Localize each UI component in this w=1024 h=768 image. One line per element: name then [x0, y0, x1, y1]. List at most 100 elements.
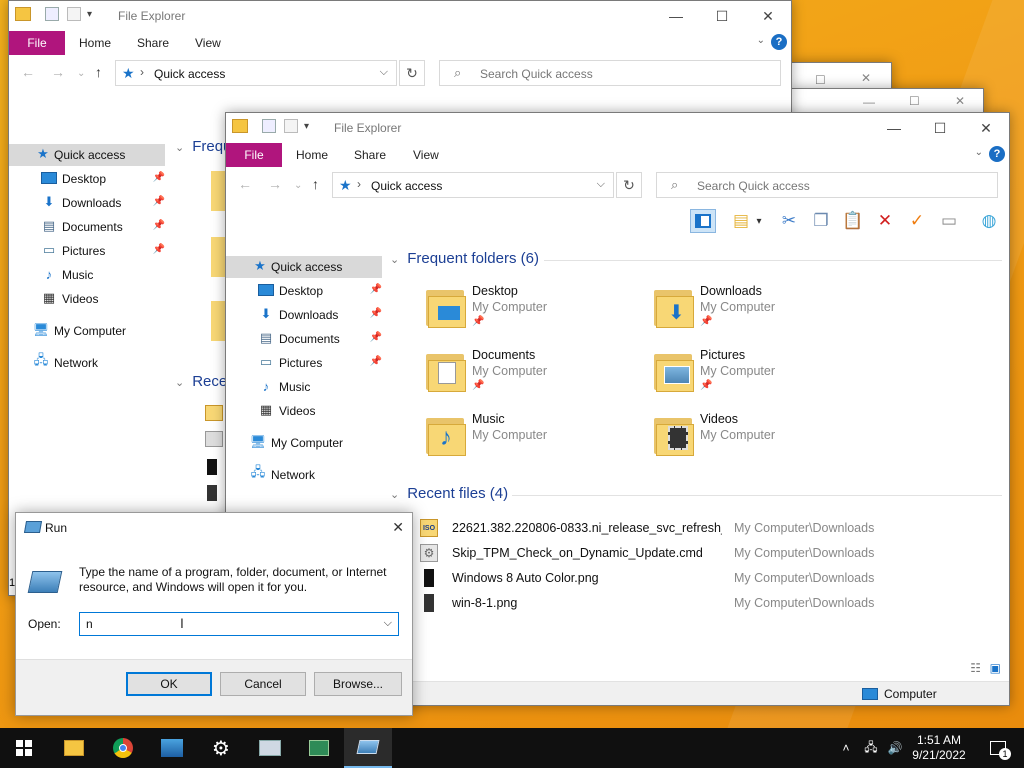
- folder-tile-videos[interactable]: Videos My Computer: [654, 412, 874, 472]
- forward-arrow-icon[interactable]: →: [51, 64, 65, 80]
- sidebar-item-my-computer[interactable]: 🖥 My Computer: [226, 432, 382, 454]
- sidebar-item-videos[interactable]: ▦ Videos: [9, 288, 165, 310]
- chevron-down-icon[interactable]: ⌵: [384, 617, 392, 630]
- minimize-button[interactable]: —: [653, 1, 699, 31]
- sidebar-item-my-computer[interactable]: 🖥 My Computer: [9, 320, 165, 342]
- sidebar-item-videos[interactable]: ▦ Videos: [226, 400, 382, 422]
- maximize-button[interactable]: ☐: [917, 113, 963, 143]
- sidebar-item-downloads[interactable]: ⬇ Downloads 📌: [226, 304, 382, 326]
- view-tab[interactable]: View: [195, 36, 221, 50]
- folder-tile-desktop[interactable]: Desktop My Computer 📌: [426, 284, 646, 344]
- new-folder-icon[interactable]: [67, 7, 81, 21]
- sidebar-item-music[interactable]: ♪ Music: [9, 264, 165, 286]
- delete-icon[interactable]: ✕: [872, 209, 898, 233]
- sidebar-item-pictures[interactable]: ▭ Pictures 📌: [9, 240, 165, 262]
- back-arrow-icon[interactable]: ←: [21, 64, 35, 80]
- sidebar-item-network[interactable]: 🖧 Network: [226, 464, 382, 486]
- navigation-pane-icon[interactable]: [690, 209, 716, 233]
- sidebar-item-desktop[interactable]: Desktop 📌: [226, 280, 382, 302]
- sidebar-item-pictures[interactable]: ▭ Pictures 📌: [226, 352, 382, 374]
- globe-icon[interactable]: ◍: [976, 209, 1002, 233]
- file-tab[interactable]: File: [226, 143, 282, 167]
- properties-icon[interactable]: [45, 7, 59, 21]
- browse-button[interactable]: Browse...: [314, 672, 402, 696]
- frequent-folders-heading[interactable]: ⌄ Frequent folders (6): [390, 250, 539, 267]
- cancel-button[interactable]: Cancel: [220, 672, 306, 696]
- close-button[interactable]: ✕: [963, 113, 1009, 143]
- details-view-icon[interactable]: ☷: [970, 661, 981, 675]
- sidebar-item-quick-access[interactable]: ★ Quick access: [226, 256, 382, 278]
- taskbar-photos[interactable]: [148, 728, 196, 768]
- close-button[interactable]: ✕: [745, 1, 791, 31]
- folder-tile-documents[interactable]: Documents My Computer 📌: [426, 348, 646, 408]
- view-tab[interactable]: View: [413, 148, 439, 162]
- open-combobox[interactable]: n I ⌵: [79, 612, 399, 636]
- forward-arrow-icon[interactable]: →: [268, 176, 282, 192]
- taskbar-task-manager[interactable]: [295, 728, 343, 768]
- sidebar-item-quick-access[interactable]: ★ Quick access: [9, 144, 165, 166]
- new-item-icon[interactable]: ▤: [728, 209, 754, 233]
- close-icon[interactable]: ✕: [392, 519, 404, 536]
- home-tab[interactable]: Home: [296, 148, 328, 162]
- folder-icon[interactable]: [232, 119, 248, 133]
- sidebar-item-documents[interactable]: ▤ Documents 📌: [226, 328, 382, 350]
- ribbon-expand-icon[interactable]: ⌄: [975, 147, 983, 158]
- recent-file-row[interactable]: ISO 22621.382.220806-0833.ni_release_svc…: [420, 517, 1009, 539]
- qat-dropdown-icon[interactable]: ▾: [304, 121, 309, 132]
- refresh-button[interactable]: ↻: [616, 172, 642, 198]
- maximize-button[interactable]: ☐: [699, 1, 745, 31]
- folder-tile-music[interactable]: ♪ Music My Computer: [426, 412, 646, 472]
- new-folder-icon[interactable]: [284, 119, 298, 133]
- refresh-button[interactable]: ↻: [399, 60, 425, 86]
- ribbon-expand-icon[interactable]: ⌄: [757, 35, 765, 46]
- recent-file-row[interactable]: Windows 8 Auto Color.png My Computer\Dow…: [420, 567, 1009, 589]
- help-icon[interactable]: ?: [989, 146, 1005, 162]
- sidebar-item-documents[interactable]: ▤ Documents 📌: [9, 216, 165, 238]
- taskbar-settings[interactable]: ⚙: [197, 728, 245, 768]
- ok-button[interactable]: OK: [126, 672, 212, 696]
- recent-locations-icon[interactable]: ⌄: [77, 68, 85, 79]
- large-icons-view-icon[interactable]: ▣: [990, 661, 1001, 675]
- tray-overflow-icon[interactable]: ˄: [838, 728, 854, 768]
- search-box[interactable]: ⌕ Search Quick access: [656, 172, 998, 198]
- search-box[interactable]: ⌕ Search Quick access: [439, 60, 781, 86]
- taskbar-run[interactable]: [344, 728, 392, 768]
- recent-file-row[interactable]: win-8-1.png My Computer\Downloads: [420, 592, 1009, 614]
- up-arrow-icon[interactable]: ↑: [312, 176, 319, 192]
- sidebar-item-desktop[interactable]: Desktop 📌: [9, 168, 165, 190]
- recent-file-row[interactable]: ⚙ Skip_TPM_Check_on_Dynamic_Update.cmd M…: [420, 542, 1009, 564]
- properties-icon[interactable]: [262, 119, 276, 133]
- file-tab[interactable]: File: [9, 31, 65, 55]
- taskbar-file-explorer[interactable]: [50, 728, 98, 768]
- notification-center-button[interactable]: 1: [978, 728, 1018, 768]
- paste-icon[interactable]: 📋: [840, 209, 866, 233]
- sidebar-item-music[interactable]: ♪ Music: [226, 376, 382, 398]
- up-arrow-icon[interactable]: ↑: [95, 64, 102, 80]
- folder-tile-downloads[interactable]: ⬇ Downloads My Computer 📌: [654, 284, 874, 344]
- properties-icon[interactable]: ▭: [936, 209, 962, 233]
- sidebar-item-downloads[interactable]: ⬇ Downloads 📌: [9, 192, 165, 214]
- address-bar[interactable]: ★ › Quick access ⌵: [115, 60, 397, 86]
- cut-icon[interactable]: ✂: [776, 209, 802, 233]
- help-icon[interactable]: ?: [771, 34, 787, 50]
- start-button[interactable]: [0, 728, 48, 768]
- address-dropdown-icon[interactable]: ⌵: [597, 178, 605, 191]
- copy-icon[interactable]: ❐: [808, 209, 834, 233]
- volume-icon[interactable]: 🔊: [886, 728, 904, 768]
- recent-locations-icon[interactable]: ⌄: [294, 180, 302, 191]
- qat-dropdown-icon[interactable]: ▾: [87, 9, 92, 20]
- taskbar-chrome[interactable]: [99, 728, 147, 768]
- taskbar-control-panel[interactable]: [246, 728, 294, 768]
- folder-tile-pictures[interactable]: Pictures My Computer 📌: [654, 348, 874, 408]
- clock[interactable]: 1:51 AM 9/21/2022: [908, 728, 970, 768]
- share-tab[interactable]: Share: [137, 36, 169, 50]
- folder-icon[interactable]: [15, 7, 31, 21]
- home-tab[interactable]: Home: [79, 36, 111, 50]
- share-tab[interactable]: Share: [354, 148, 386, 162]
- minimize-button[interactable]: —: [871, 113, 917, 143]
- rename-check-icon[interactable]: ✓: [904, 209, 930, 233]
- back-arrow-icon[interactable]: ←: [238, 176, 252, 192]
- address-dropdown-icon[interactable]: ⌵: [380, 66, 388, 79]
- new-item-dropdown-icon[interactable]: ▾: [752, 209, 766, 233]
- recent-files-heading[interactable]: ⌄ Recent files (4): [390, 485, 508, 502]
